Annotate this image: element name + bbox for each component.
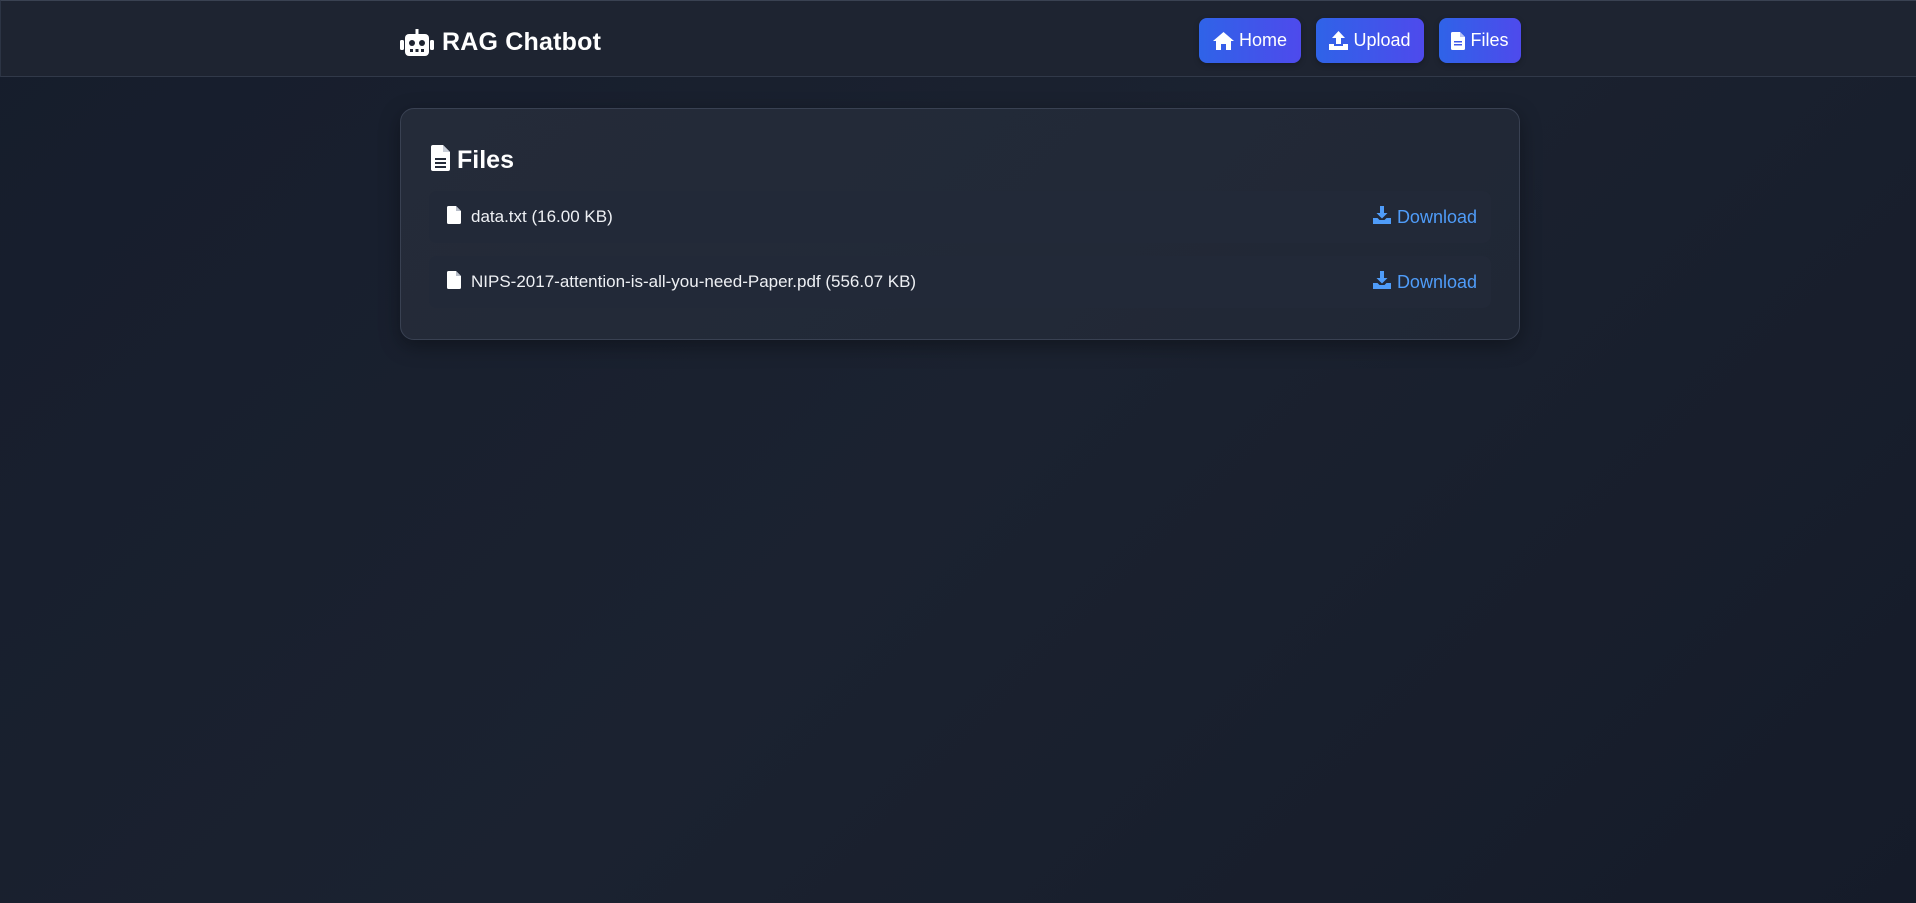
home-icon [1212, 31, 1234, 50]
download-link[interactable]: Download [1372, 270, 1477, 294]
top-navbar: RAG Chatbot Home Upload Files [0, 0, 1916, 77]
file-name: data.txt (16.00 KB) [471, 207, 613, 226]
download-link[interactable]: Download [1372, 205, 1477, 229]
download-icon [1372, 270, 1391, 294]
file-name: NIPS-2017-attention-is-all-you-need-Pape… [471, 272, 917, 291]
file-info: NIPS-2017-attention-is-all-you-need-Pape… [447, 270, 1373, 294]
file-lines-icon [431, 145, 450, 176]
file-list-item: data.txt (16.00 KB) Download [429, 191, 1491, 243]
robot-icon [400, 28, 434, 57]
brand-title: RAG Chatbot [442, 28, 602, 56]
files-card-header: Files [431, 145, 514, 176]
upload-button[interactable]: Upload [1316, 18, 1424, 63]
brand[interactable]: RAG Chatbot [400, 28, 601, 57]
download-label: Download [1396, 206, 1477, 227]
upload-button-label: Upload [1353, 30, 1411, 50]
download-label: Download [1396, 271, 1477, 292]
download-icon [1372, 205, 1391, 229]
files-button-label: Files [1470, 30, 1509, 50]
files-button[interactable]: Files [1439, 18, 1521, 63]
file-icon [447, 205, 461, 229]
file-info: data.txt (16.00 KB) [447, 205, 1373, 229]
file-list-item: NIPS-2017-attention-is-all-you-need-Pape… [429, 256, 1491, 308]
file-icon [1451, 31, 1466, 50]
home-button-label: Home [1238, 30, 1287, 50]
files-card-title: Files [457, 146, 514, 174]
file-icon [447, 270, 461, 294]
files-card: Files data.txt (16.00 KB) Download NIPS-… [400, 108, 1520, 340]
home-button[interactable]: Home [1199, 18, 1301, 63]
upload-icon [1329, 31, 1349, 50]
